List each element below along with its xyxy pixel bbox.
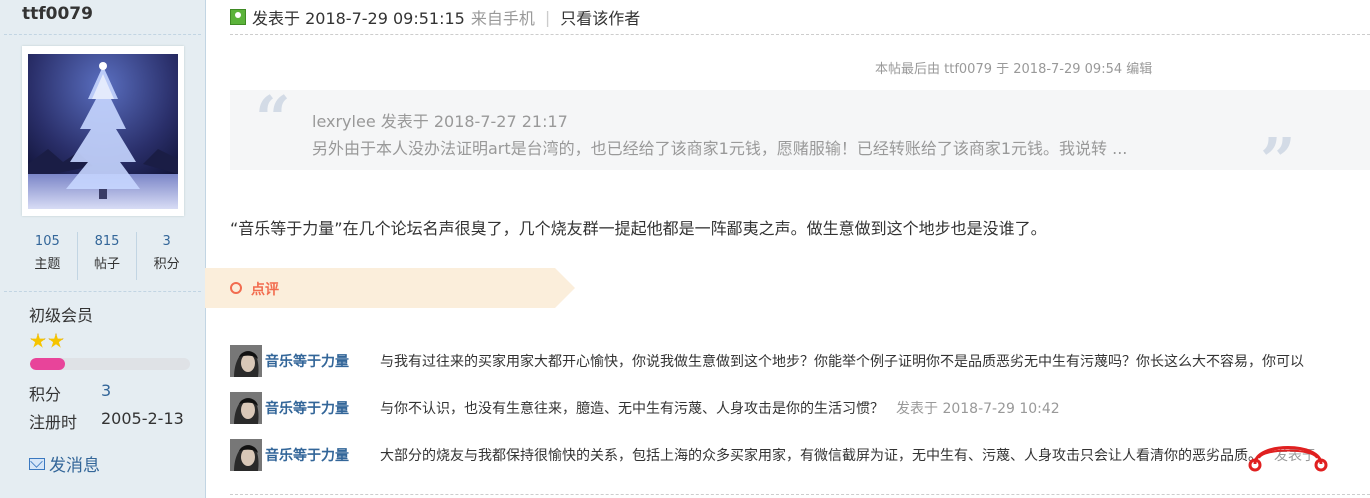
stat-posts[interactable]: 815 帖子 [78,232,138,280]
star-icon [30,333,46,348]
comment-row: 音乐等于力量 与你不认识，也没有生意往来，臆造、无中生有污蔑、人身攻击是你的生活… [230,392,1370,424]
send-message-label: 发消息 [49,456,100,476]
stat-topics[interactable]: 105 主题 [18,232,78,280]
points-row: 积分 3 [29,381,111,405]
envelope-icon [29,457,45,470]
commenter-avatar[interactable] [230,345,262,377]
commenter-name[interactable]: 音乐等于力量 [265,398,349,418]
comments-header: 点评 [205,268,575,308]
quote-open-icon: “ [255,82,291,155]
stat-points[interactable]: 3 积分 [137,232,196,280]
points-label: 积分 [29,385,62,404]
divider [230,34,1370,35]
author-sidebar: ttf0079 105 主题 815 帖子 3 积分 初级会员 积分 3 注册时… [0,0,206,498]
comments-header-label: 点评 [251,282,279,298]
divider [4,291,201,292]
avatar[interactable] [28,54,178,209]
comment-content: 与你不认识，也没有生意往来，臆造、无中生有污蔑、人身攻击是你的生活习惯？ [380,401,884,417]
comment-row: 音乐等于力量 大部分的烧友与我都保持很愉快的关系，包括上海的众多买家用家，有微信… [230,439,1370,471]
comment-text: 与你不认识，也没有生意往来，臆造、无中生有污蔑、人身攻击是你的生活习惯？ 发表于 … [380,398,1060,418]
header-pipe: | [544,7,551,27]
stat-value: 105 [34,234,60,249]
quote-block: “ lexrylee 发表于 2018-7-27 21:17 另外由于本人没办法… [230,82,1370,192]
level-progress-fill [30,358,66,370]
send-message-link[interactable]: 发消息 [29,451,100,476]
post-via: 来自手机 [470,9,535,28]
commenter-name[interactable]: 音乐等于力量 [265,351,349,371]
level-progress [30,358,190,370]
commenter-name[interactable]: 音乐等于力量 [265,445,349,465]
register-date: 2005-2-13 [101,409,184,428]
stat-label: 积分 [153,257,180,272]
commenter-avatar[interactable] [230,439,262,471]
only-author-link[interactable]: 只看该作者 [560,5,640,29]
level-stars [30,333,64,349]
comment-row: 音乐等于力量 与我有过往来的买家用家大都开心愉快，你说我做生意做到这个地步？你能… [230,345,1370,377]
quote-author[interactable]: lexrylee 发表于 2018-7-27 21:17 [312,108,568,132]
post-time: 发表于 2018-7-29 09:51:15 [252,9,465,28]
post-body: “音乐等于力量”在几个论坛名声很臭了，几个烧友群一提起他都是一阵鄙夷之声。做生意… [230,219,1047,238]
register-label: 注册时 [29,413,78,432]
edit-note: 本帖最后由 ttf0079 于 2018-7-29 09:54 编辑 [875,62,1153,77]
commenter-avatar[interactable] [230,392,262,424]
divider [230,494,1370,495]
stat-value: 3 [162,234,171,249]
stat-value: 815 [94,234,120,249]
online-icon [230,9,246,25]
headphone-icon[interactable] [1245,434,1331,474]
author-stats: 105 主题 815 帖子 3 积分 [18,232,196,280]
post-main: 发表于 2018-7-29 09:51:15 来自手机 | 只看该作者 本帖最后… [205,0,1370,498]
stat-label: 帖子 [94,257,121,272]
stat-label: 主题 [34,257,61,272]
post-header: 发表于 2018-7-29 09:51:15 来自手机 | 只看该作者 [230,5,640,29]
comment-icon [230,282,242,294]
divider [4,34,201,35]
quote-close-icon: ” [1260,124,1296,197]
comment-text: 与我有过往来的买家用家大都开心愉快，你说我做生意做到这个地步？你能举个例子证明你… [380,351,1304,371]
user-level[interactable]: 初级会员 [29,302,93,326]
comment-content: 大部分的烧友与我都保持很愉快的关系，包括上海的众多买家用家，有微信截屏为证，无中… [380,448,1262,464]
quote-text: 另外由于本人没办法证明art是台湾的，也已经给了该商家1元钱，愿赌服输！已经转账… [312,139,1128,158]
comment-text: 大部分的烧友与我都保持很愉快的关系，包括上海的众多买家用家，有微信截屏为证，无中… [380,445,1316,465]
avatar-frame[interactable] [22,46,184,216]
points-value[interactable]: 3 [101,381,111,400]
star-icon [48,333,64,348]
comment-time: 发表于 2018-7-29 10:42 [896,401,1060,417]
author-username[interactable]: ttf0079 [22,4,93,24]
comment-content: 与我有过往来的买家用家大都开心愉快，你说我做生意做到这个地步？你能举个例子证明你… [380,354,1304,370]
register-row: 注册时 2005-2-13 [29,409,184,433]
